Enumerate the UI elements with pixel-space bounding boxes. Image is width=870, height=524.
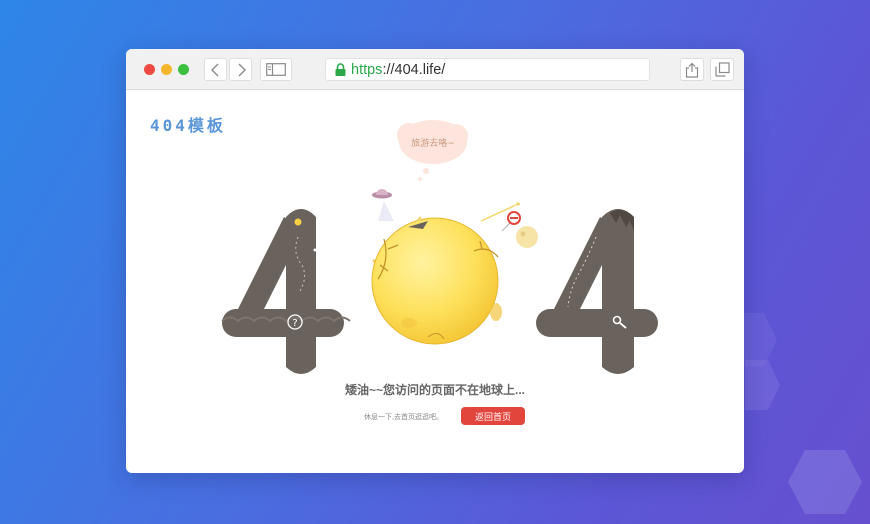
chevron-right-icon xyxy=(238,63,246,76)
speech-bubble: 旅游去咯~ xyxy=(397,120,468,181)
url-protocol: https xyxy=(351,61,383,78)
sidebar-icon xyxy=(266,63,286,76)
url-path: ://404.life/ xyxy=(382,61,446,78)
back-button[interactable] xyxy=(204,58,227,81)
close-window-button[interactable] xyxy=(144,64,155,75)
digit-four-right xyxy=(536,209,658,374)
tabs-icon xyxy=(714,62,730,77)
moon xyxy=(371,211,521,345)
back-to-home-button[interactable]: 返回首页 xyxy=(461,407,525,425)
minimize-window-button[interactable] xyxy=(161,64,172,75)
share-icon xyxy=(685,62,699,78)
maximize-window-button[interactable] xyxy=(178,64,189,75)
tabs-button[interactable] xyxy=(710,58,734,81)
browser-window: https://404.life/ 404模板 旅游去咯~ ? 矮油~~您访问… xyxy=(126,49,744,473)
ufo-icon xyxy=(372,189,394,221)
svg-text:?: ? xyxy=(292,318,297,329)
bubble-text: 旅游去咯~ xyxy=(411,137,455,149)
address-bar[interactable]: https://404.life/ xyxy=(325,58,650,81)
share-button[interactable] xyxy=(680,58,704,81)
sidebar-button[interactable] xyxy=(260,58,292,81)
404-illustration: 旅游去咯~ ? xyxy=(221,120,658,374)
browser-toolbar: https://404.life/ xyxy=(126,49,744,90)
chevron-left-icon xyxy=(210,63,218,76)
forward-button[interactable] xyxy=(229,58,252,81)
sub-message: 休息一下,去首页逛逛吧。 xyxy=(364,414,443,421)
digit-four-left: ? xyxy=(221,209,351,374)
error-message: 矮油~~您访问的页面不在地球上... xyxy=(344,383,526,397)
lock-icon xyxy=(335,63,346,76)
